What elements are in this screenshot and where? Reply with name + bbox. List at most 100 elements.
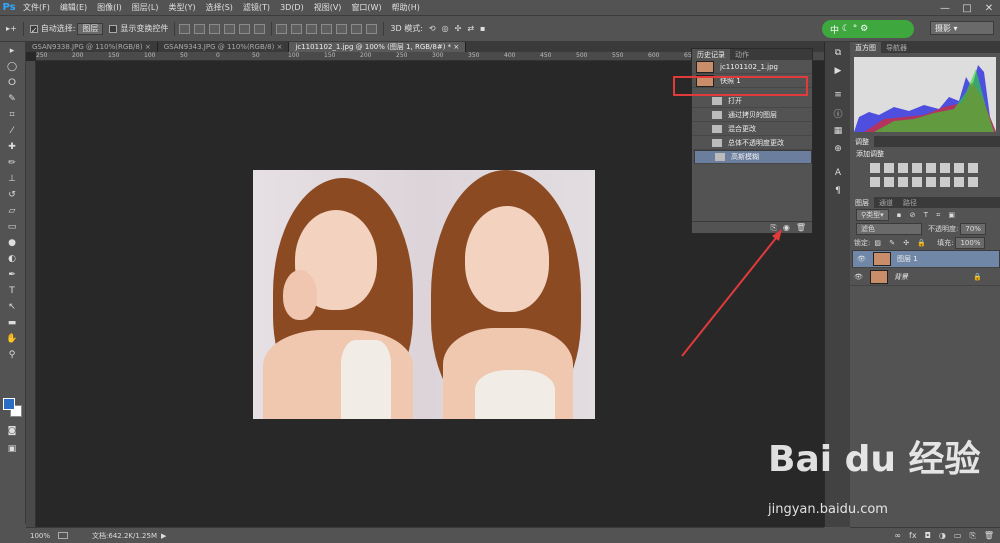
history-snapshot-file[interactable]: jc1101102_1.jpg — [692, 60, 812, 74]
blend-mode-dropdown[interactable]: 滤色 — [856, 223, 922, 235]
fx-icon[interactable]: fx — [909, 531, 917, 540]
info-panel-icon[interactable]: ⓘ — [829, 106, 847, 120]
selective-color-icon[interactable] — [954, 177, 964, 187]
tab-layers[interactable]: 图层 — [850, 197, 874, 208]
tab-histogram[interactable]: 直方图 — [850, 42, 881, 53]
crop-tool-icon[interactable]: ⌗ — [3, 108, 21, 122]
color-swatches[interactable] — [3, 398, 23, 420]
threshold-icon[interactable] — [940, 177, 950, 187]
show-transform-option[interactable]: 显示变换控件 — [109, 23, 168, 34]
move-tool-icon[interactable]: ▸+ — [6, 24, 17, 33]
color-balance-icon[interactable] — [954, 163, 964, 173]
tab-navigator[interactable]: 导航器 — [881, 42, 912, 53]
distribute-vcenter-icon[interactable] — [291, 23, 303, 34]
menu-filter[interactable]: 滤镜(T) — [238, 2, 275, 13]
align-left-icon[interactable] — [224, 23, 236, 34]
paragraph-panel-icon[interactable]: ¶ — [829, 184, 847, 198]
photo-filter-icon[interactable] — [870, 177, 880, 187]
vibrance-icon[interactable] — [926, 163, 936, 173]
layer-row[interactable]: 👁 图层 1 — [852, 250, 1000, 268]
new-document-icon[interactable]: ⎘ — [770, 223, 776, 233]
3d-scale-icon[interactable]: ▪ — [480, 24, 485, 33]
tab-adjustments[interactable]: 调整 — [850, 136, 874, 147]
quick-select-tool-icon[interactable]: ✎ — [3, 92, 21, 106]
fill-input[interactable]: 100% — [955, 237, 986, 249]
dodge-tool-icon[interactable]: ◐ — [3, 252, 21, 266]
hue-saturation-icon[interactable] — [940, 163, 950, 173]
shape-tool-icon[interactable]: ▬ — [3, 316, 21, 330]
opacity-input[interactable]: 70% — [960, 223, 986, 235]
eyedropper-tool-icon[interactable]: ⁄ — [3, 124, 21, 138]
eraser-tool-icon[interactable]: ▱ — [3, 204, 21, 218]
align-bottom-icon[interactable] — [209, 23, 221, 34]
auto-align-icon[interactable] — [366, 23, 378, 34]
close-icon[interactable]: × — [145, 43, 151, 51]
brush-tool-icon[interactable]: ✏ — [3, 156, 21, 170]
history-step[interactable]: 混合更改 — [692, 122, 812, 136]
auto-select-dropdown[interactable]: 图层 — [77, 22, 104, 35]
align-vcenter-icon[interactable] — [194, 23, 206, 34]
3d-rotate-icon[interactable]: ⟲ — [429, 24, 436, 33]
menu-layer[interactable]: 图层(L) — [127, 2, 164, 13]
align-top-icon[interactable] — [179, 23, 191, 34]
layer-row[interactable]: 👁 背景 🔒 — [850, 268, 1000, 286]
distribute-bottom-icon[interactable] — [306, 23, 318, 34]
menu-file[interactable]: 文件(F) — [18, 2, 55, 13]
brightness-icon[interactable] — [870, 163, 880, 173]
menu-window[interactable]: 窗口(W) — [346, 2, 386, 13]
pen-tool-icon[interactable]: ✒ — [3, 268, 21, 282]
brush-panel-icon[interactable]: ▦ — [829, 124, 847, 138]
status-menu-arrow-icon[interactable]: ▶ — [161, 532, 166, 540]
distribute-top-icon[interactable] — [276, 23, 288, 34]
menu-select[interactable]: 选择(S) — [201, 2, 238, 13]
align-right-icon[interactable] — [254, 23, 266, 34]
menu-help[interactable]: 帮助(H) — [387, 2, 425, 13]
clone-source-icon[interactable]: ⊕ — [829, 142, 847, 156]
move-tool-icon[interactable]: ▸ — [3, 44, 21, 58]
history-brush-tool-icon[interactable]: ↺ — [3, 188, 21, 202]
align-hcenter-icon[interactable] — [239, 23, 251, 34]
healing-tool-icon[interactable]: ✚ — [3, 140, 21, 154]
invert-icon[interactable] — [912, 177, 922, 187]
close-button[interactable]: ✕ — [978, 0, 1000, 16]
lasso-tool-icon[interactable]: ⵔ — [3, 76, 21, 90]
camera-icon[interactable]: ◉ — [783, 223, 790, 232]
stamp-tool-icon[interactable]: ⊥ — [3, 172, 21, 186]
show-transform-checkbox[interactable] — [109, 24, 118, 33]
3d-pan-icon[interactable]: ✣ — [455, 24, 462, 33]
path-select-tool-icon[interactable]: ↖ — [3, 300, 21, 314]
distribute-left-icon[interactable] — [321, 23, 333, 34]
menu-view[interactable]: 视图(V) — [309, 2, 347, 13]
history-step-selected[interactable]: 高斯模糊 — [694, 150, 812, 164]
exposure-icon[interactable] — [912, 163, 922, 173]
kind-filter-dropdown[interactable]: ⚲ 类型 ▾ — [856, 209, 889, 221]
tab-paths[interactable]: 路径 — [898, 197, 922, 208]
menu-3d[interactable]: 3D(D) — [275, 3, 309, 12]
filter-icons[interactable]: ▪ ⊘ T ⌗ ▣ — [897, 211, 958, 220]
document-image[interactable] — [253, 170, 595, 419]
share-icon[interactable] — [58, 532, 69, 539]
actions-panel-icon[interactable]: ▶ — [829, 64, 847, 78]
history-step[interactable]: 通过拷贝的图层 — [692, 108, 812, 122]
menu-edit[interactable]: 编辑(E) — [55, 2, 92, 13]
auto-select-checkbox[interactable]: ✓ — [29, 24, 38, 35]
minimize-button[interactable]: — — [934, 0, 956, 16]
new-layer-icon[interactable]: ⎘ — [969, 531, 975, 541]
character-panel-icon[interactable]: A — [829, 166, 847, 180]
gradient-map-icon[interactable] — [968, 177, 978, 187]
black-white-icon[interactable] — [968, 163, 978, 173]
type-tool-icon[interactable]: T — [3, 284, 21, 298]
gradient-tool-icon[interactable]: ▭ — [3, 220, 21, 234]
doc-tab[interactable]: GSAN9343.JPG @ 110%(RGB/8) × — [158, 42, 290, 52]
trash-icon[interactable]: 🗑 — [796, 223, 806, 232]
history-panel-icon[interactable]: ⧉ — [829, 46, 847, 60]
blur-tool-icon[interactable]: ● — [3, 236, 21, 250]
adjustment-layer-icon[interactable]: ◑ — [939, 531, 946, 540]
lock-icons[interactable]: ▨ ✎ ✣ 🔒 — [874, 239, 929, 247]
3d-roll-icon[interactable]: ◎ — [442, 24, 449, 33]
menu-type[interactable]: 类型(Y) — [163, 2, 200, 13]
auto-select-option[interactable]: ✓ 自动选择: 图层 — [29, 22, 104, 35]
ime-indicator[interactable]: 中 ☾ ° ⚙ — [822, 20, 914, 38]
tab-channels[interactable]: 通道 — [874, 197, 898, 208]
screen-mode-icon[interactable]: ▣ — [3, 442, 21, 456]
